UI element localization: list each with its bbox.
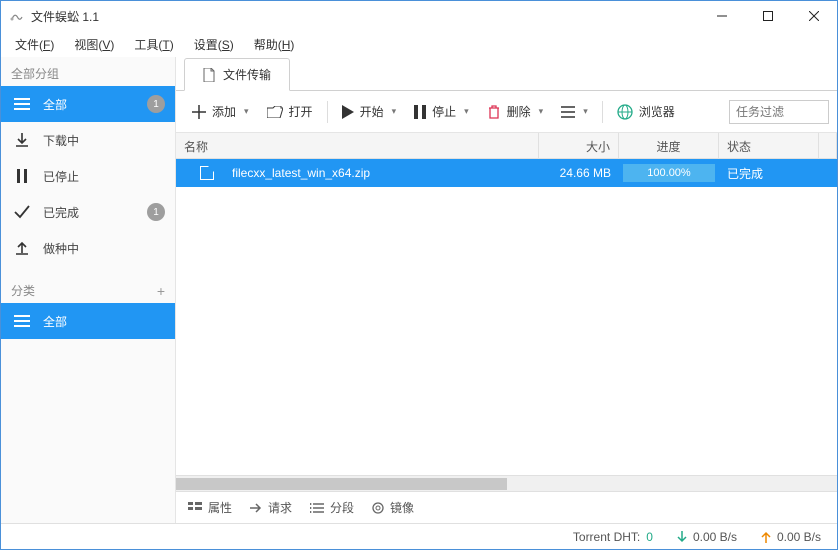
main-panel: 文件传输 添加▾ 打开 开始▾ 停止▾ 删除▾ ▾ 浏览器 名称 大小 进度 状… bbox=[176, 57, 837, 523]
task-size: 24.66 MB bbox=[539, 166, 619, 180]
menu-view[interactable]: 视图(V) bbox=[66, 33, 122, 56]
trash-icon bbox=[487, 105, 501, 119]
bottom-tabs: 属性 请求 分段 镜像 bbox=[176, 491, 837, 523]
task-name: filecxx_latest_win_x64.zip bbox=[224, 166, 539, 180]
sidebar-groups-header: 全部分组 bbox=[1, 61, 175, 86]
task-list: filecxx_latest_win_x64.zip 24.66 MB 100.… bbox=[176, 159, 837, 475]
close-button[interactable] bbox=[791, 1, 837, 31]
count-badge: 1 bbox=[147, 203, 165, 221]
tab-properties[interactable]: 属性 bbox=[188, 499, 232, 516]
tab-request[interactable]: 请求 bbox=[250, 499, 292, 516]
sidebar: 全部分组 全部 1 下载中 已停止 已完成 1 做种中 分类 + bbox=[1, 57, 176, 523]
app-logo-icon bbox=[9, 8, 25, 24]
sidebar-item-label: 全部 bbox=[43, 313, 67, 330]
task-row[interactable]: filecxx_latest_win_x64.zip 24.66 MB 100.… bbox=[176, 159, 837, 187]
list-icon bbox=[561, 106, 575, 118]
status-download-speed: 0.00 B/s bbox=[677, 530, 737, 544]
hamburger-icon bbox=[13, 315, 31, 327]
hamburger-icon bbox=[13, 98, 31, 110]
toolbar: 添加▾ 打开 开始▾ 停止▾ 删除▾ ▾ 浏览器 bbox=[176, 91, 837, 133]
sidebar-item-all[interactable]: 全部 1 bbox=[1, 86, 175, 122]
status-upload-speed: 0.00 B/s bbox=[761, 530, 821, 544]
sidebar-category-all[interactable]: 全部 bbox=[1, 303, 175, 339]
sidebar-item-label: 下载中 bbox=[43, 132, 79, 149]
minimize-button[interactable] bbox=[699, 1, 745, 31]
column-headers: 名称 大小 进度 状态 bbox=[176, 133, 837, 159]
arrow-right-icon bbox=[250, 502, 262, 514]
tab-file-transfer[interactable]: 文件传输 bbox=[184, 58, 290, 91]
add-category-button[interactable]: + bbox=[157, 283, 165, 299]
titlebar: 文件蜈蚣 1.1 bbox=[1, 1, 837, 31]
globe-icon bbox=[617, 104, 633, 120]
task-progress: 100.00% bbox=[619, 164, 719, 182]
pause-icon bbox=[13, 169, 31, 183]
tab-segments[interactable]: 分段 bbox=[310, 499, 354, 516]
col-status[interactable]: 状态 bbox=[719, 133, 819, 158]
maximize-button[interactable] bbox=[745, 1, 791, 31]
menu-settings[interactable]: 设置(S) bbox=[186, 33, 242, 56]
col-progress[interactable]: 进度 bbox=[619, 133, 719, 158]
menu-help[interactable]: 帮助(H) bbox=[246, 33, 303, 56]
sidebar-item-label: 全部 bbox=[43, 96, 67, 113]
play-icon bbox=[342, 105, 354, 119]
col-size[interactable]: 大小 bbox=[539, 133, 619, 158]
download-icon bbox=[13, 133, 31, 147]
plus-icon bbox=[192, 105, 206, 119]
sidebar-item-label: 已停止 bbox=[43, 168, 79, 185]
col-name[interactable]: 名称 bbox=[176, 133, 539, 158]
sidebar-item-seeding[interactable]: 做种中 bbox=[1, 230, 175, 266]
upload-icon bbox=[13, 241, 31, 255]
sidebar-item-completed[interactable]: 已完成 1 bbox=[1, 194, 175, 230]
filter-input[interactable] bbox=[729, 100, 829, 124]
check-icon bbox=[13, 205, 31, 219]
menu-tools[interactable]: 工具(T) bbox=[126, 33, 181, 56]
down-icon bbox=[677, 531, 687, 543]
status-dht: Torrent DHT:0 bbox=[573, 530, 653, 544]
status-bar: Torrent DHT:0 0.00 B/s 0.00 B/s bbox=[1, 523, 837, 549]
up-icon bbox=[761, 531, 771, 543]
tabs: 文件传输 bbox=[176, 57, 837, 91]
start-button[interactable]: 开始▾ bbox=[334, 98, 405, 125]
window-title: 文件蜈蚣 1.1 bbox=[31, 8, 699, 25]
count-badge: 1 bbox=[147, 95, 165, 113]
sidebar-categories-header: 分类 + bbox=[1, 278, 175, 303]
task-status: 已完成 bbox=[719, 165, 819, 182]
segments-icon bbox=[310, 503, 324, 513]
folder-icon bbox=[267, 106, 283, 118]
sidebar-item-label: 已完成 bbox=[43, 204, 79, 221]
file-icon bbox=[203, 68, 215, 82]
menubar: 文件(F) 视图(V) 工具(T) 设置(S) 帮助(H) bbox=[1, 31, 837, 57]
add-button[interactable]: 添加▾ bbox=[184, 98, 257, 125]
delete-button[interactable]: 删除▾ bbox=[479, 98, 552, 125]
open-button[interactable]: 打开 bbox=[259, 98, 321, 125]
menu-file[interactable]: 文件(F) bbox=[7, 33, 62, 56]
sidebar-item-stopped[interactable]: 已停止 bbox=[1, 158, 175, 194]
pause-icon bbox=[414, 105, 426, 119]
properties-icon bbox=[188, 502, 202, 514]
mirror-icon bbox=[372, 502, 384, 514]
file-icon bbox=[200, 166, 214, 180]
stop-button[interactable]: 停止▾ bbox=[406, 98, 477, 125]
tab-mirror[interactable]: 镜像 bbox=[372, 499, 414, 516]
sidebar-item-downloading[interactable]: 下载中 bbox=[1, 122, 175, 158]
sidebar-item-label: 做种中 bbox=[43, 240, 79, 257]
more-button[interactable]: ▾ bbox=[553, 101, 596, 123]
horizontal-scrollbar[interactable] bbox=[176, 475, 837, 491]
browser-button[interactable]: 浏览器 bbox=[609, 98, 683, 125]
